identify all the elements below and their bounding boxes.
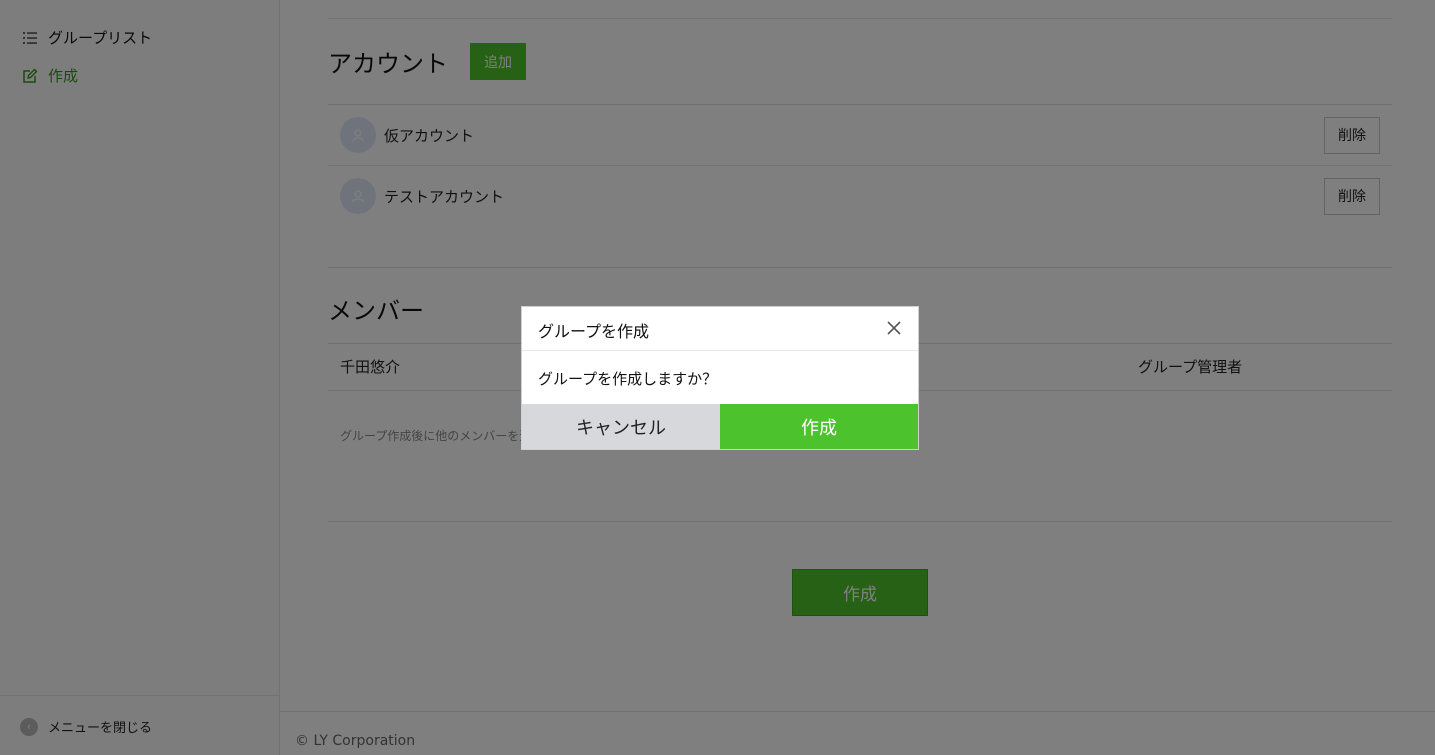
close-icon (887, 321, 901, 335)
confirm-create-button[interactable]: 作成 (720, 404, 918, 449)
close-dialog-button[interactable] (884, 318, 904, 338)
dialog-title: グループを作成 (538, 322, 650, 341)
dialog-header: グループを作成 (522, 307, 918, 351)
confirm-dialog: グループを作成 グループを作成しますか？ キャンセル 作成 (521, 306, 919, 450)
dialog-message: グループを作成しますか？ (538, 370, 718, 388)
cancel-button[interactable]: キャンセル (522, 404, 720, 449)
dialog-actions: キャンセル 作成 (522, 404, 918, 449)
